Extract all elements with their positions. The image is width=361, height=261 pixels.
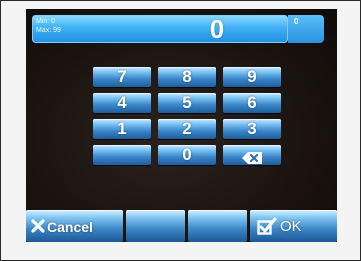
blank-action-button-1[interactable] (126, 210, 185, 242)
value-display: Min: 0 Max: 99 0 (32, 14, 288, 44)
value-badge: 0 (288, 15, 324, 43)
ok-label: OK (280, 218, 302, 235)
key-2[interactable]: 2 (158, 119, 216, 139)
key-9[interactable]: 9 (223, 67, 281, 87)
checkbox-check-icon (257, 217, 277, 240)
action-bar: Cancel OK (26, 210, 337, 242)
numeric-keypad: 7 8 9 4 5 6 1 2 3 0 (93, 67, 281, 200)
ok-button[interactable]: OK (250, 210, 337, 242)
range-info: Min: 0 Max: 99 (36, 17, 126, 35)
key-blank[interactable] (93, 145, 151, 165)
key-4[interactable]: 4 (93, 93, 151, 113)
key-6[interactable]: 6 (223, 93, 281, 113)
device-frame: Min: 0 Max: 99 0 0 7 8 9 4 5 6 1 2 3 0 C… (0, 0, 361, 261)
key-1[interactable]: 1 (93, 119, 151, 139)
blank-action-button-2[interactable] (188, 210, 247, 242)
key-3[interactable]: 3 (223, 119, 281, 139)
max-label: Max: 99 (36, 27, 61, 34)
min-label: Min: 0 (36, 18, 56, 25)
key-7[interactable]: 7 (93, 67, 151, 87)
key-8[interactable]: 8 (158, 67, 216, 87)
cancel-label: Cancel (47, 219, 93, 235)
key-5[interactable]: 5 (158, 93, 216, 113)
cancel-button[interactable]: Cancel (26, 210, 123, 242)
backspace-key[interactable] (223, 145, 281, 165)
numeric-input-screen: Min: 0 Max: 99 0 0 7 8 9 4 5 6 1 2 3 0 C… (26, 9, 337, 242)
backspace-icon (242, 149, 262, 164)
x-icon (31, 219, 45, 238)
current-value: 0 (209, 14, 225, 44)
key-0[interactable]: 0 (158, 145, 216, 165)
